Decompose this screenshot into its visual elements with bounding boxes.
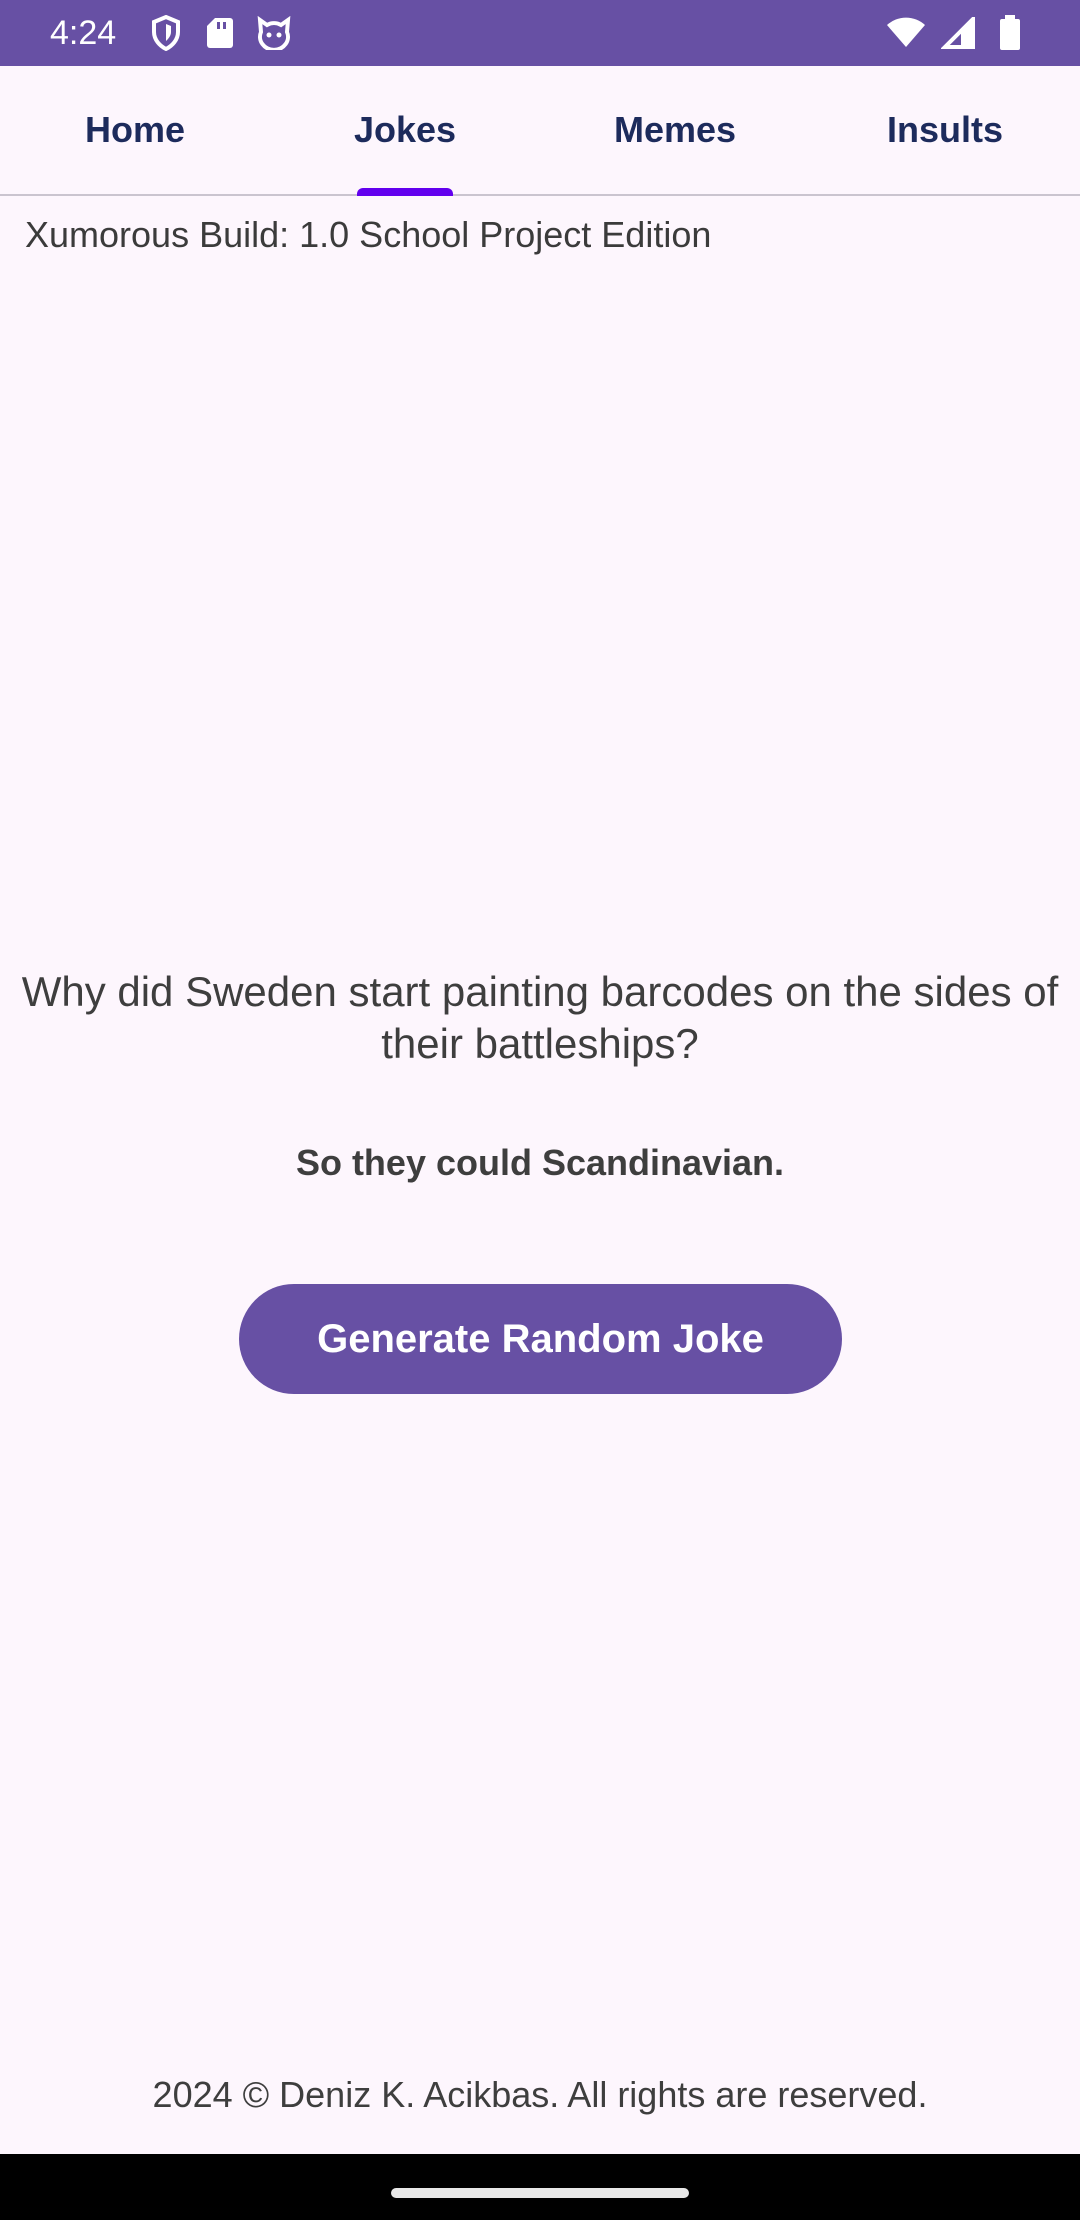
joke-punchline: So they could Scandinavian.	[295, 1142, 785, 1183]
tab-insults[interactable]: Insults	[810, 66, 1080, 194]
tab-label: Memes	[613, 109, 737, 150]
wifi-icon	[886, 13, 926, 53]
tab-memes[interactable]: Memes	[540, 66, 810, 194]
build-info: Xumorous Build: 1.0 School Project Editi…	[25, 214, 712, 255]
tab-jokes[interactable]: Jokes	[270, 66, 540, 196]
home-gesture-handle[interactable]	[391, 2188, 689, 2198]
status-time: 4:24	[50, 13, 117, 52]
footer-copyright: 2024 © Deniz K. Acikbas. All rights are …	[152, 2074, 928, 2115]
tab-label: Home	[84, 109, 186, 150]
generate-joke-button[interactable]: Generate Random Joke	[239, 1284, 842, 1394]
signal-icon	[938, 13, 978, 53]
tab-indicator	[357, 188, 453, 196]
status-right	[874, 13, 1030, 53]
cat-face-icon	[254, 13, 294, 53]
tab-label: Jokes	[353, 109, 457, 150]
navigation-bar	[0, 2154, 1080, 2220]
status-bar: 4:24	[0, 0, 1080, 66]
tab-label: Insults	[886, 109, 1003, 150]
app-screen: 4:24 Home Jokes Memes Insults Xumorous B…	[0, 0, 1080, 2220]
status-left: 4:24	[50, 13, 308, 53]
battery-icon	[990, 13, 1030, 53]
tab-home[interactable]: Home	[0, 66, 270, 194]
tab-bar: Home Jokes Memes Insults	[0, 66, 1080, 196]
sd-card-icon	[200, 13, 240, 53]
joke-question: Why did Sweden start painting barcodes o…	[21, 968, 1059, 1067]
shield-icon	[146, 13, 186, 53]
